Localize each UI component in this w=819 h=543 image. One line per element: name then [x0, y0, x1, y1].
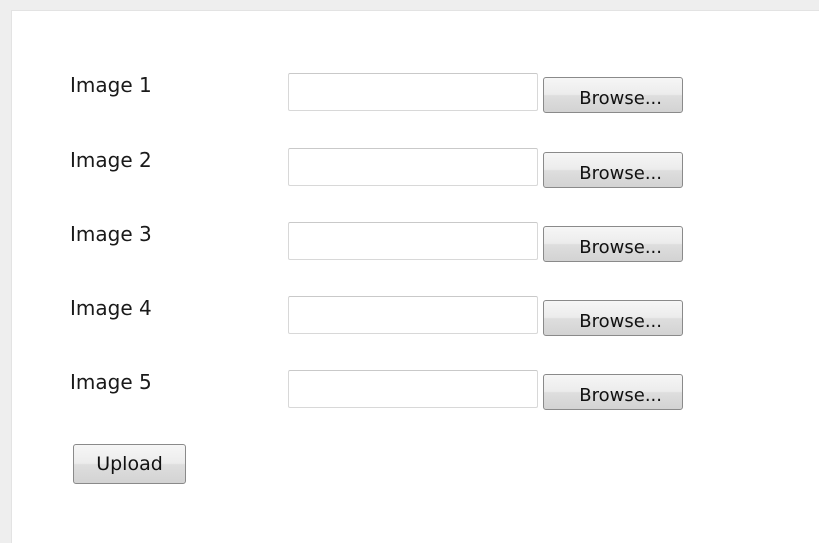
image-5-browse-button[interactable]: Browse... [543, 374, 683, 410]
image-1-label: Image 1 [70, 73, 152, 97]
image-5-row: Image 5 Browse... [11, 370, 819, 412]
image-4-row: Image 4 Browse... [11, 296, 819, 338]
image-3-browse-button[interactable]: Browse... [543, 226, 683, 262]
image-1-browse-button[interactable]: Browse... [543, 77, 683, 113]
image-4-file-field[interactable] [288, 296, 538, 334]
image-1-file-field[interactable] [288, 73, 538, 111]
image-1-row: Image 1 Browse... [11, 73, 819, 115]
image-4-label: Image 4 [70, 296, 152, 320]
image-2-file-field[interactable] [288, 148, 538, 186]
image-2-browse-button[interactable]: Browse... [543, 152, 683, 188]
image-5-label: Image 5 [70, 370, 152, 394]
image-4-browse-button[interactable]: Browse... [543, 300, 683, 336]
image-5-file-field[interactable] [288, 370, 538, 408]
image-2-row: Image 2 Browse... [11, 148, 819, 190]
image-3-label: Image 3 [70, 222, 152, 246]
upload-button[interactable]: Upload [73, 444, 186, 484]
image-3-row: Image 3 Browse... [11, 222, 819, 264]
image-2-label: Image 2 [70, 148, 152, 172]
image-3-file-field[interactable] [288, 222, 538, 260]
upload-form-panel: Image 1 Browse... Image 2 Browse... Imag… [0, 0, 819, 543]
